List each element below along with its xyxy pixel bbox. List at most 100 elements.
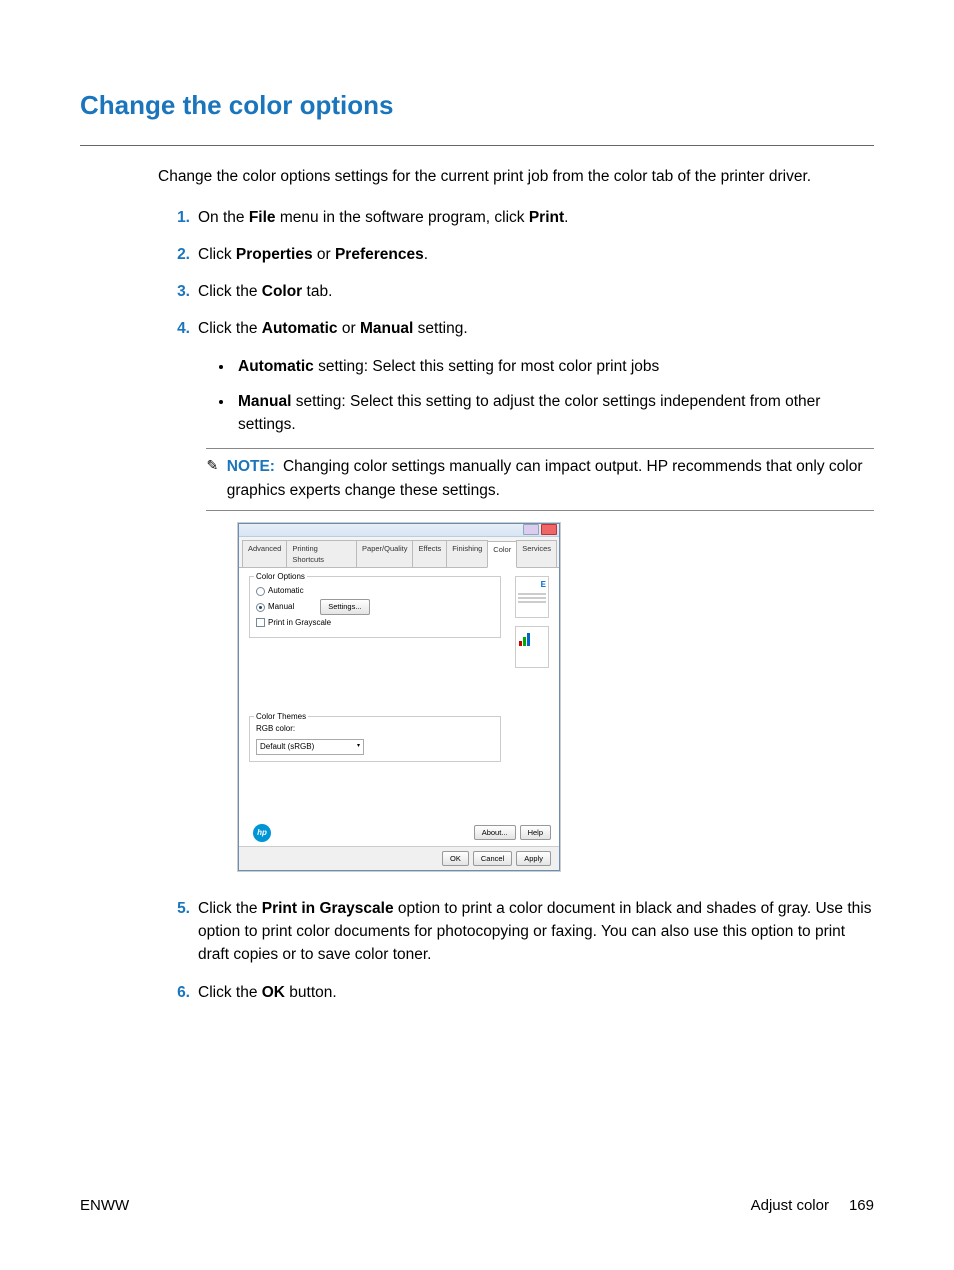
text: Click the: [198, 984, 262, 1001]
step-4: 4. Click the Automatic or Manual setting…: [158, 317, 874, 883]
text: Click the: [198, 320, 262, 337]
steps-list: 1. On the File menu in the software prog…: [158, 206, 874, 1004]
group-title: Color Themes: [254, 711, 308, 723]
tab-color[interactable]: Color: [487, 541, 517, 569]
step-number: 1.: [158, 206, 190, 229]
text: Click the: [198, 283, 262, 300]
dialog-tabs: Advanced Printing Shortcuts Paper/Qualit…: [239, 537, 559, 568]
bold-text: OK: [262, 984, 285, 1001]
apply-button[interactable]: Apply: [516, 851, 551, 866]
text: button.: [285, 984, 337, 1001]
note-label: NOTE:: [227, 458, 275, 475]
step-3: 3. Click the Color tab.: [158, 280, 874, 303]
tab-paper-quality[interactable]: Paper/Quality: [356, 540, 413, 568]
step-2: 2. Click Properties or Preferences.: [158, 243, 874, 266]
text: menu in the software program, click: [276, 209, 529, 226]
dialog-titlebar: [239, 524, 559, 537]
dropdown-value: Default (sRGB): [260, 741, 314, 753]
preview-page-icon: [515, 576, 549, 618]
printer-dialog-screenshot: Advanced Printing Shortcuts Paper/Qualit…: [238, 523, 560, 871]
note-content: NOTE:Changing color settings manually ca…: [227, 455, 874, 502]
step-number: 2.: [158, 243, 190, 266]
radio-manual[interactable]: Manual Settings...: [256, 599, 494, 614]
tab-services[interactable]: Services: [516, 540, 557, 568]
step-body: Click the Automatic or Manual setting. A…: [198, 317, 874, 883]
tab-effects[interactable]: Effects: [412, 540, 447, 568]
settings-button[interactable]: Settings...: [320, 599, 369, 614]
bold-text: Manual: [360, 320, 413, 337]
dialog-footer-lower: OK Cancel Apply: [239, 846, 559, 870]
step-body: Click Properties or Preferences.: [198, 243, 874, 266]
about-button[interactable]: About...: [474, 825, 516, 840]
step-body: Click the Color tab.: [198, 280, 874, 303]
text: Click the: [198, 900, 262, 917]
text: setting: Select this setting for most co…: [314, 358, 659, 375]
step-number: 3.: [158, 280, 190, 303]
bold-text: Automatic: [262, 320, 338, 337]
step-body: Click the Print in Grayscale option to p…: [198, 897, 874, 967]
cancel-button[interactable]: Cancel: [473, 851, 512, 866]
bold-text: Print in Grayscale: [262, 900, 394, 917]
footer-section-title: Adjust color: [751, 1197, 829, 1214]
text: or: [313, 246, 335, 263]
sub-list: Automatic setting: Select this setting f…: [234, 355, 874, 437]
page-footer: ENWW Adjust color 169: [80, 1197, 874, 1214]
dialog-footer-upper: hp About... Help: [239, 820, 559, 846]
footer-page-number: 169: [849, 1197, 874, 1214]
group-title: Color Options: [254, 571, 307, 583]
note-block: ✎ NOTE:Changing color settings manually …: [206, 448, 874, 511]
text: On the: [198, 209, 249, 226]
note-icon: ✎: [206, 455, 219, 502]
checkbox-label: Print in Grayscale: [268, 617, 331, 629]
radio-automatic[interactable]: Automatic: [256, 585, 494, 597]
step-body: Click the OK button.: [198, 981, 874, 1004]
color-options-group: Color Options Automatic Manual Settings.…: [249, 576, 501, 637]
radio-label: Automatic: [268, 585, 304, 597]
hp-logo-icon: hp: [253, 824, 271, 842]
page-heading: Change the color options: [80, 90, 874, 121]
intro-paragraph: Change the color options settings for th…: [158, 166, 874, 188]
radio-icon: [256, 587, 265, 596]
preview-column: [501, 576, 549, 811]
tab-panel-color: Color Options Automatic Manual Settings.…: [239, 567, 559, 819]
checkbox-icon: [256, 618, 265, 627]
note-text: Changing color settings manually can imp…: [227, 458, 863, 498]
chevron-down-icon: ▾: [357, 742, 360, 751]
radio-label: Manual: [268, 601, 294, 613]
text: or: [338, 320, 360, 337]
bold-text: Preferences: [335, 246, 424, 263]
close-icon[interactable]: [541, 524, 557, 535]
sub-item-manual: Manual setting: Select this setting to a…: [234, 390, 874, 437]
step-number: 4.: [158, 317, 190, 883]
color-themes-group: Color Themes RGB color: Default (sRGB) ▾: [249, 716, 501, 762]
sub-item-automatic: Automatic setting: Select this setting f…: [234, 355, 874, 378]
text: setting: Select this setting to adjust t…: [238, 393, 820, 433]
tab-printing-shortcuts[interactable]: Printing Shortcuts: [286, 540, 357, 568]
text: .: [424, 246, 428, 263]
step-6: 6. Click the OK button.: [158, 981, 874, 1004]
bold-text: Print: [529, 209, 564, 226]
text: Click: [198, 246, 236, 263]
bold-text: Properties: [236, 246, 313, 263]
text: tab.: [302, 283, 332, 300]
help-button[interactable]: Help: [520, 825, 551, 840]
ok-button[interactable]: OK: [442, 851, 469, 866]
radio-icon: [256, 603, 265, 612]
text: setting.: [413, 320, 467, 337]
tab-finishing[interactable]: Finishing: [446, 540, 488, 568]
footer-left: ENWW: [80, 1197, 129, 1214]
bold-text: Automatic: [238, 358, 314, 375]
step-body: On the File menu in the software program…: [198, 206, 874, 229]
bold-text: File: [249, 209, 276, 226]
step-number: 5.: [158, 897, 190, 967]
checkbox-grayscale[interactable]: Print in Grayscale: [256, 617, 494, 629]
tab-advanced[interactable]: Advanced: [242, 540, 287, 568]
step-number: 6.: [158, 981, 190, 1004]
rgb-color-label: RGB color:: [256, 723, 494, 735]
preview-chart-icon: [515, 626, 549, 668]
heading-underline: [80, 145, 874, 146]
rgb-color-dropdown[interactable]: Default (sRGB) ▾: [256, 739, 364, 755]
bold-text: Manual: [238, 393, 291, 410]
step-5: 5. Click the Print in Grayscale option t…: [158, 897, 874, 967]
minimize-icon[interactable]: [523, 524, 539, 535]
